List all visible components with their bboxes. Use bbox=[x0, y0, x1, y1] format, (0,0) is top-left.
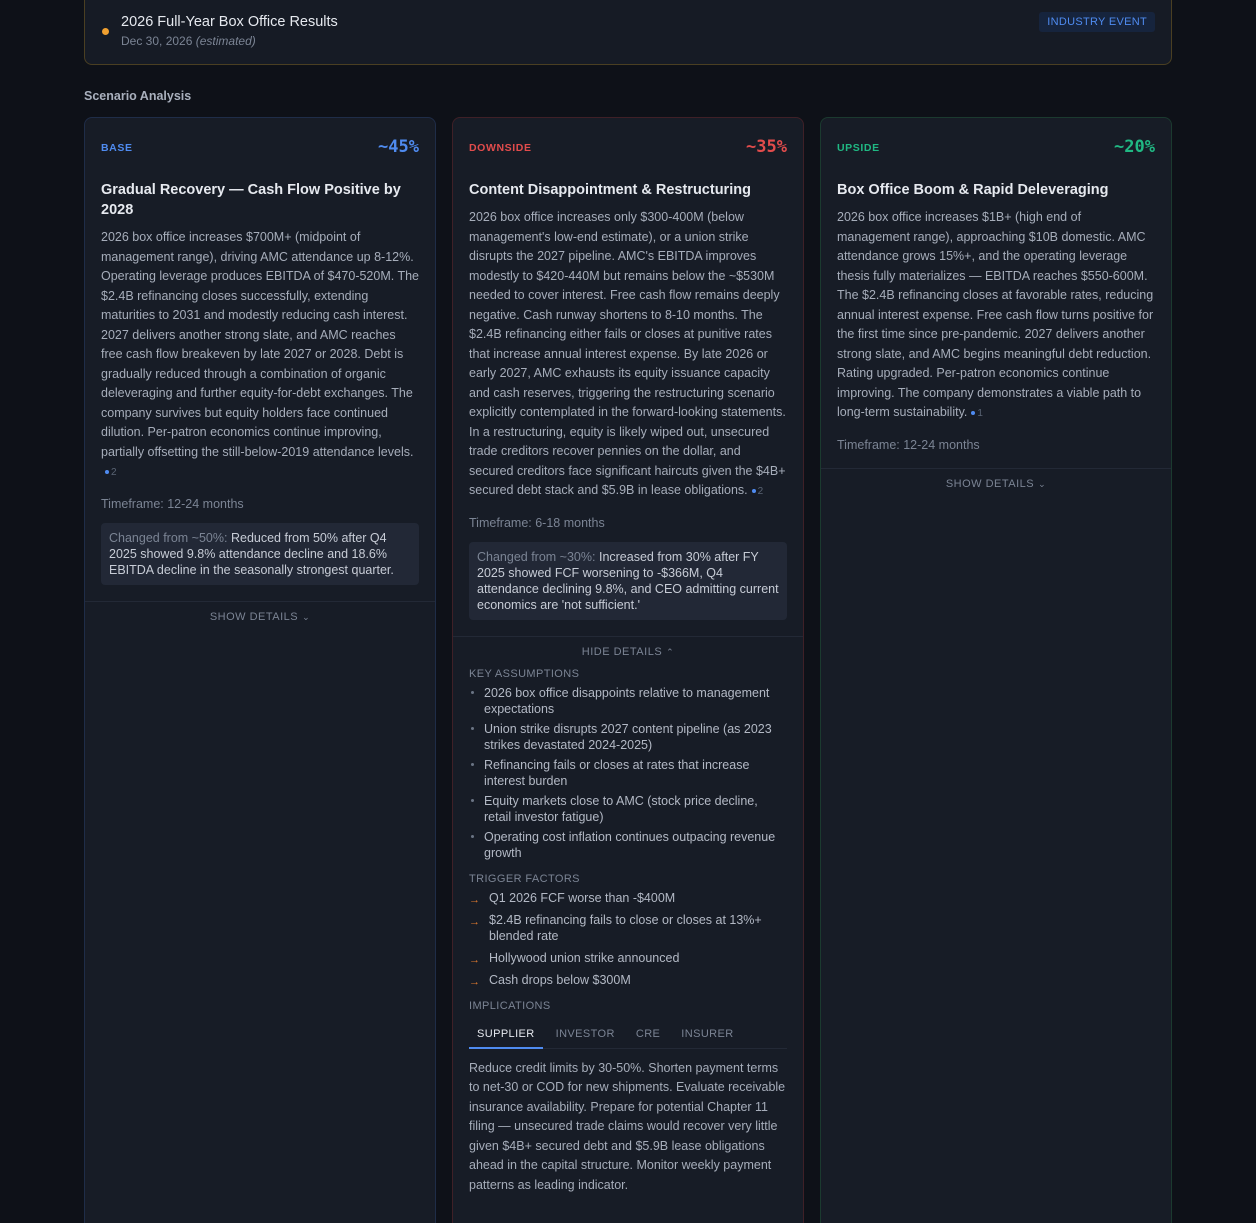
source-count-value: 2 bbox=[757, 486, 764, 497]
scenario-description-text: 2026 box office increases only $300-400M… bbox=[469, 210, 786, 497]
event-date-value: Dec 30, 2026 bbox=[121, 34, 193, 48]
list-item-text: Hollywood union strike announced bbox=[489, 950, 680, 965]
probability-change-note: Changed from ~50%: Reduced from 50% afte… bbox=[101, 522, 419, 585]
scenario-kind: BASE bbox=[101, 142, 133, 154]
scenario-description-text: 2026 box office increases $1B+ (high end… bbox=[837, 210, 1154, 419]
source-count[interactable]: 1 bbox=[971, 408, 983, 419]
scenario-timeframe: Timeframe: 12-24 months bbox=[101, 496, 244, 511]
event-type-badge: INDUSTRY EVENT bbox=[1039, 12, 1155, 32]
scenario-kind: UPSIDE bbox=[837, 142, 880, 154]
scenario-title: Gradual Recovery — Cash Flow Positive by… bbox=[101, 182, 401, 218]
show-details-button[interactable]: SHOW DETAILS ⌄ bbox=[85, 602, 435, 623]
event-status-dot bbox=[102, 28, 109, 35]
show-details-button[interactable]: SHOW DETAILS ⌄ bbox=[821, 469, 1171, 490]
source-count[interactable]: 2 bbox=[751, 486, 764, 497]
source-dot-icon bbox=[105, 470, 109, 475]
scenario-title: Content Disappointment & Restructuring bbox=[469, 182, 751, 198]
hide-details-button[interactable]: HIDE DETAILS ⌃ bbox=[453, 637, 803, 658]
event-date: Dec 30, 2026 (estimated) bbox=[121, 34, 256, 48]
tab-investor[interactable]: INVESTOR bbox=[548, 1022, 623, 1048]
trigger-factors-list: → Q1 2026 FCF worse than -$400M → $2.4B re… bbox=[453, 890, 803, 988]
scenario-probability: ~45% bbox=[378, 137, 419, 157]
toggle-label: SHOW DETAILS bbox=[209, 610, 299, 623]
source-count[interactable]: 2 bbox=[105, 467, 117, 478]
trigger-factors-label: TRIGGER FACTORS bbox=[469, 872, 580, 885]
scenario-description: 2026 box office increases $1B+ (high end… bbox=[821, 208, 1171, 424]
source-count-value: 1 bbox=[977, 408, 983, 419]
tab-insurer[interactable]: INSURER bbox=[673, 1022, 741, 1048]
list-item: Operating cost inflation continues outpa… bbox=[471, 829, 787, 861]
tab-supplier[interactable]: SUPPLIER bbox=[469, 1022, 543, 1049]
list-item-text: Cash drops below $300M bbox=[489, 972, 631, 987]
scenario-probability: ~35% bbox=[746, 137, 787, 157]
chevron-down-icon: ⌄ bbox=[302, 611, 311, 622]
list-item: 2026 box office disappoints relative to … bbox=[471, 685, 787, 717]
list-item: → Cash drops below $300M bbox=[469, 972, 787, 988]
arrow-right-icon: → bbox=[469, 975, 480, 988]
list-item-text: Q1 2026 FCF worse than -$400M bbox=[489, 890, 676, 905]
scenario-timeframe: Timeframe: 12-24 months bbox=[837, 437, 980, 452]
implication-text: Reduce credit limits by 30-50%. Shorten … bbox=[469, 1060, 786, 1192]
tab-cre[interactable]: CRE bbox=[628, 1022, 668, 1048]
scenario-card-base: BASE ~45% Gradual Recovery — Cash Flow P… bbox=[84, 117, 436, 1223]
scenario-card-upside: UPSIDE ~20% Box Office Boom & Rapid Dele… bbox=[820, 117, 1172, 1223]
scenario-description-text: 2026 box office increases $700M+ (midpoi… bbox=[101, 230, 420, 459]
implication-tabs: SUPPLIER INVESTOR CRE INSURER bbox=[469, 1022, 787, 1049]
list-item: → $2.4B refinancing fails to close or clo… bbox=[469, 912, 787, 944]
section-title: Scenario Analysis bbox=[84, 89, 192, 103]
chevron-up-icon: ⌃ bbox=[666, 646, 675, 657]
scenario-card-downside: DOWNSIDE ~35% Content Disappointment & R… bbox=[452, 117, 804, 1223]
scenario-description: 2026 box office increases only $300-400M… bbox=[453, 208, 803, 502]
arrow-right-icon: → bbox=[469, 953, 480, 966]
arrow-right-icon: → bbox=[469, 893, 480, 906]
scenario-kind: DOWNSIDE bbox=[469, 142, 532, 154]
source-count-value: 2 bbox=[111, 467, 117, 478]
event-title: 2026 Full-Year Box Office Results bbox=[121, 14, 338, 30]
scenario-title: Box Office Boom & Rapid Deleveraging bbox=[837, 182, 1109, 198]
implications-label: IMPLICATIONS bbox=[469, 999, 551, 1012]
arrow-right-icon: → bbox=[469, 915, 480, 928]
list-item: Refinancing fails or closes at rates tha… bbox=[471, 757, 787, 789]
toggle-label: SHOW DETAILS bbox=[945, 477, 1035, 490]
list-item: → Q1 2026 FCF worse than -$400M bbox=[469, 890, 787, 906]
probability-change-note: Changed from ~30%: Increased from 30% af… bbox=[469, 541, 787, 620]
list-item: Equity markets close to AMC (stock price… bbox=[471, 793, 787, 825]
key-assumptions-list: 2026 box office disappoints relative to … bbox=[453, 685, 803, 861]
key-assumptions-label: KEY ASSUMPTIONS bbox=[469, 667, 580, 680]
scenario-probability: ~20% bbox=[1114, 137, 1155, 157]
list-item-text: $2.4B refinancing fails to close or clos… bbox=[489, 912, 762, 943]
event-date-note: (estimated) bbox=[195, 34, 256, 48]
source-dot-icon bbox=[751, 489, 756, 494]
toggle-label: HIDE DETAILS bbox=[581, 645, 663, 658]
list-item: Union strike disrupts 2027 content pipel… bbox=[471, 721, 787, 753]
event-card[interactable]: 2026 Full-Year Box Office Results Dec 30… bbox=[84, 0, 1172, 65]
source-dot-icon bbox=[971, 411, 976, 416]
chevron-down-icon: ⌄ bbox=[1038, 478, 1047, 489]
change-prefix: Changed from ~30%: bbox=[477, 549, 596, 564]
change-prefix: Changed from ~50%: bbox=[109, 530, 228, 545]
list-item: → Hollywood union strike announced bbox=[469, 950, 787, 966]
scenario-timeframe: Timeframe: 6-18 months bbox=[469, 515, 605, 530]
scenario-description: 2026 box office increases $700M+ (midpoi… bbox=[85, 228, 435, 483]
